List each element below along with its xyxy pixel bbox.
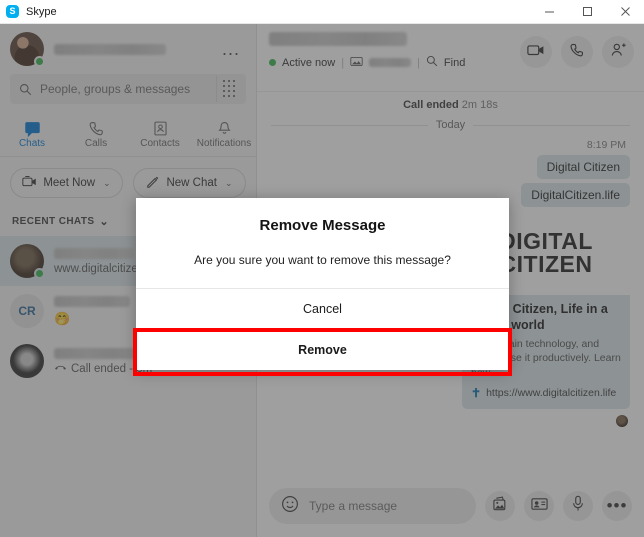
close-button[interactable] xyxy=(606,0,644,24)
app-title: Skype xyxy=(26,5,57,18)
skype-window: S Skype ... xyxy=(0,0,644,537)
remove-message-dialog: Remove Message Are you sure you want to … xyxy=(136,198,509,370)
dialog-title: Remove Message xyxy=(259,217,386,234)
title-bar: S Skype xyxy=(0,0,644,24)
minimize-button[interactable] xyxy=(530,0,568,24)
window-controls xyxy=(530,0,644,24)
cancel-button[interactable]: Cancel xyxy=(136,288,509,328)
skype-logo-icon: S xyxy=(6,5,19,18)
skype-logo-letter: S xyxy=(9,6,16,16)
dialog-message: Are you sure you want to remove this mes… xyxy=(194,253,451,267)
maximize-button[interactable] xyxy=(568,0,606,24)
remove-button[interactable]: Remove xyxy=(136,328,509,370)
